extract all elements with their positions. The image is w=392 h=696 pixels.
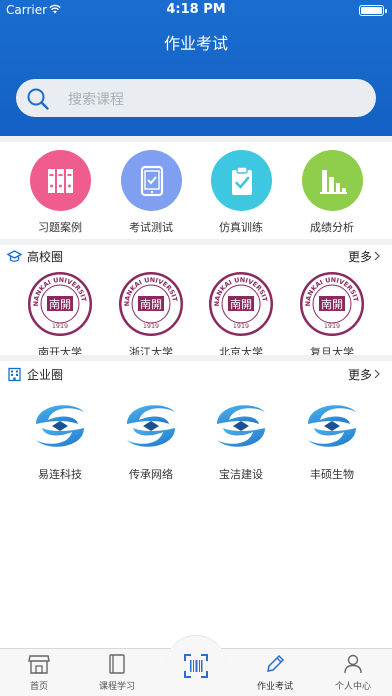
book-icon [109, 654, 125, 674]
books-icon [29, 150, 91, 211]
graduation-cap-icon [7, 250, 22, 262]
quick-action-label: 成绩分析 [310, 221, 354, 234]
chevron-right-icon[interactable] [374, 251, 380, 261]
company-item[interactable]: 易连科技 [15, 394, 105, 482]
company-logo [209, 394, 273, 458]
svg-text:南開: 南開 [321, 298, 343, 311]
quick-action-simulation[interactable]: 仿真训练 [196, 150, 286, 235]
more-link[interactable]: 更多 [348, 366, 372, 383]
status-bar: Carrier 4:18 PM [0, 0, 392, 20]
store-icon [28, 655, 50, 674]
company-item[interactable]: 传承网络 [106, 394, 196, 482]
tab-courses[interactable]: 课程学习 [78, 653, 156, 692]
university-item[interactable]: NANKAI UNIVERSITY南開1919复旦大学 [287, 272, 377, 360]
company-logo [300, 394, 364, 458]
quick-action-label: 习题案例 [38, 221, 82, 234]
company-name: 易连科技 [38, 468, 82, 481]
clock: 4:18 PM [166, 2, 226, 17]
section-title: 高校圈 [27, 250, 64, 264]
tab-homework-exam[interactable]: 作业考试 [236, 653, 314, 692]
university-logo: NANKAI UNIVERSITY南開1919 [28, 272, 92, 336]
svg-text:1919: 1919 [143, 322, 159, 330]
company-name: 宝洁建设 [219, 468, 263, 481]
header: Carrier 4:18 PM 作业考试 搜索课程 [0, 0, 392, 136]
person-icon [344, 654, 362, 674]
university-item[interactable]: NANKAI UNIVERSITY南開1919南开大学 [15, 272, 105, 360]
company-section-header: 企业圈 更多 [0, 364, 392, 386]
tab-label: 个人中心 [334, 682, 371, 692]
bar-chart-icon [301, 150, 363, 211]
company-logo [28, 394, 92, 458]
quick-actions: 习题案例 考试测试 仿真训练 成绩分析 [0, 136, 392, 239]
quick-action-label: 仿真训练 [219, 221, 263, 234]
company-name: 丰硕生物 [310, 468, 354, 481]
tab-label: 作业考试 [256, 682, 293, 692]
company-name: 传承网络 [129, 468, 173, 481]
tab-home[interactable]: 首页 [0, 653, 78, 692]
battery-icon [359, 5, 387, 16]
tab-profile[interactable]: 个人中心 [314, 653, 392, 692]
tab-scan[interactable] [157, 653, 235, 683]
company-item[interactable]: 丰硕生物 [287, 394, 377, 482]
scan-barcode-icon [184, 654, 208, 678]
svg-text:1919: 1919 [52, 322, 68, 330]
svg-text:1919: 1919 [233, 322, 249, 330]
divider [0, 239, 392, 245]
quick-action-exercise[interactable]: 习题案例 [15, 150, 105, 235]
quick-action-analysis[interactable]: 成绩分析 [287, 150, 377, 235]
building-icon [8, 367, 21, 382]
university-logo: NANKAI UNIVERSITY南開1919 [119, 272, 183, 336]
svg-text:南開: 南開 [230, 298, 252, 311]
tab-label: 课程学习 [98, 682, 135, 692]
university-item[interactable]: NANKAI UNIVERSITY南開1919北京大学 [196, 272, 286, 360]
page-title: 作业考试 [163, 34, 228, 53]
university-section-header: 高校圈 更多 [0, 246, 392, 268]
section-title: 企业圈 [27, 368, 64, 382]
chevron-right-icon[interactable] [374, 369, 380, 379]
svg-text:1919: 1919 [324, 322, 340, 330]
search-input[interactable]: 搜索课程 [68, 89, 124, 109]
university-item[interactable]: NANKAI UNIVERSITY南開1919浙江大学 [106, 272, 196, 360]
quick-action-label: 考试测试 [129, 221, 173, 234]
clipboard-check-icon [210, 150, 272, 211]
search-icon [27, 88, 49, 110]
svg-text:南開: 南開 [49, 298, 71, 311]
university-logo: NANKAI UNIVERSITY南開1919 [300, 272, 364, 336]
company-item[interactable]: 宝洁建设 [196, 394, 286, 482]
pencil-icon [267, 654, 285, 672]
svg-text:南開: 南開 [140, 298, 162, 311]
company-logo [119, 394, 183, 458]
tab-label: 首页 [29, 682, 48, 692]
tablet-icon [120, 150, 182, 211]
university-logo: NANKAI UNIVERSITY南開1919 [209, 272, 273, 336]
divider [0, 355, 392, 361]
tab-bar: 首页 课程学习 作业考试 个人中心 [0, 635, 392, 696]
more-link[interactable]: 更多 [348, 248, 372, 265]
quick-action-exam[interactable]: 考试测试 [106, 150, 196, 235]
search-bar[interactable]: 搜索课程 [16, 79, 376, 117]
